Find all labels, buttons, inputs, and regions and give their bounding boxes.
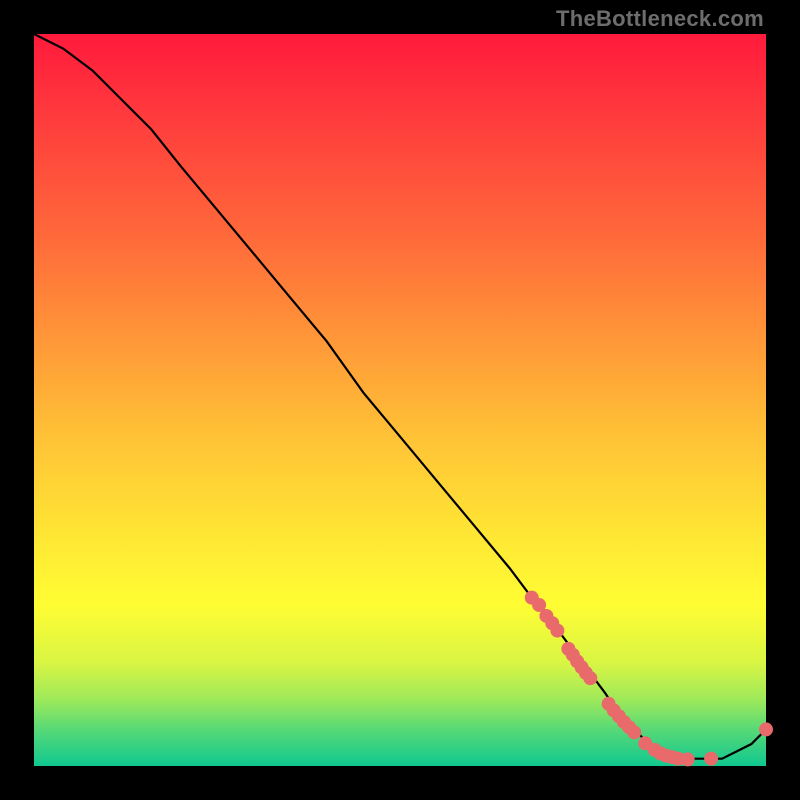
marker-dot xyxy=(627,725,641,739)
bottleneck-curve-path xyxy=(34,34,766,759)
marker-dot xyxy=(550,624,564,638)
marker-dot xyxy=(681,752,695,766)
plot-area xyxy=(34,34,766,766)
marker-dot xyxy=(759,722,773,736)
watermark-label: TheBottleneck.com xyxy=(556,6,764,32)
chart-svg xyxy=(34,34,766,766)
marker-dot xyxy=(583,671,597,685)
marker-dots-group xyxy=(525,591,773,767)
marker-dot xyxy=(704,752,718,766)
chart-stage: TheBottleneck.com xyxy=(0,0,800,800)
